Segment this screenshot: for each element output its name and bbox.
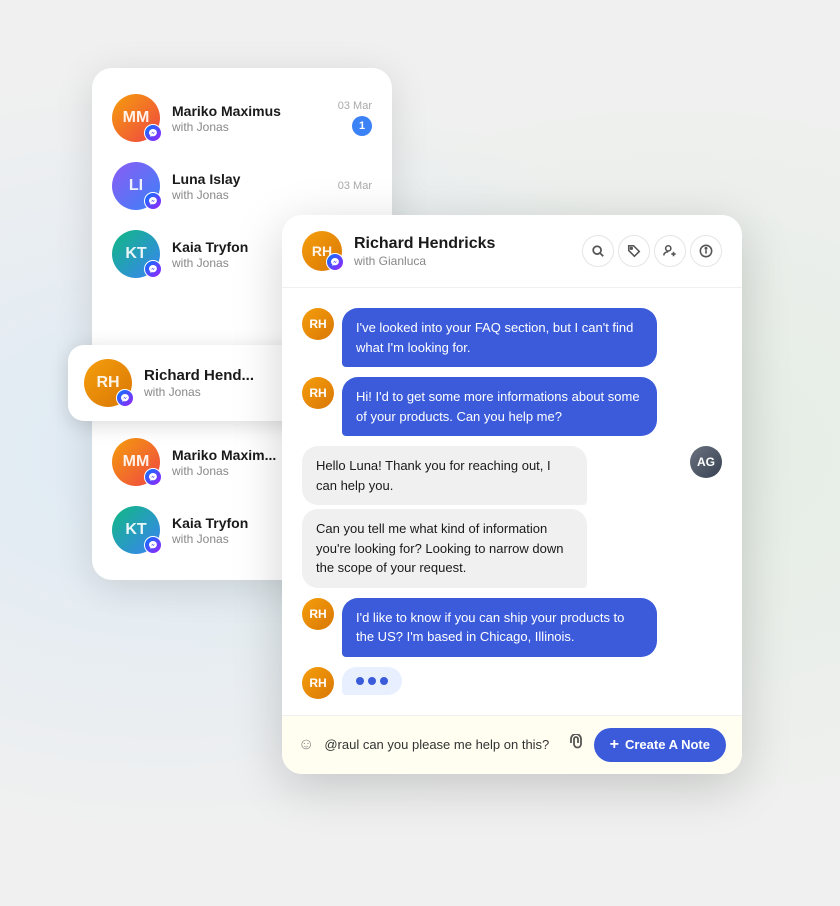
chat-header: RH Richard Hendricks with Gianluca <box>282 215 742 288</box>
avatar-wrap-chat-header: RH <box>302 231 342 271</box>
conv-sub-mariko: with Jonas <box>172 120 326 134</box>
avatar-wrap-luna: LI <box>112 162 160 210</box>
message-row-3: AG Hello Luna! Thank you for reaching ou… <box>302 446 722 588</box>
avatar-wrap-richard-highlighted: RH <box>84 359 132 407</box>
conv-info-luna: Luna Islay with Jonas <box>172 171 326 202</box>
add-user-button[interactable] <box>654 235 686 267</box>
message-bubble-5: I'd like to know if you can ship your pr… <box>342 598 657 657</box>
tag-icon <box>627 244 641 258</box>
message-row-5: RH I'd like to know if you can ship your… <box>302 598 722 657</box>
attachment-icon[interactable] <box>568 734 584 755</box>
message-avatar-typing: RH <box>302 667 334 699</box>
search-button[interactable] <box>582 235 614 267</box>
messenger-badge-kaia2 <box>144 536 162 554</box>
chat-header-sub: with Gianluca <box>354 254 570 268</box>
messenger-badge-mariko2 <box>144 468 162 486</box>
create-note-label: Create A Note <box>625 737 710 752</box>
chat-input-text[interactable]: @raul can you please me help on this? <box>324 733 557 756</box>
message-row-1: RH I've looked into your FAQ section, bu… <box>302 308 722 367</box>
chat-header-actions <box>582 235 722 267</box>
plus-icon: + <box>610 736 619 754</box>
conversation-item-mariko[interactable]: MM Mariko Maximus with Jonas 03 Mar 1 <box>92 84 392 152</box>
messenger-badge-richard-highlighted <box>116 389 134 407</box>
message-row-2: RH Hi! I'd to get some more informations… <box>302 377 722 436</box>
typing-indicator <box>342 667 402 695</box>
avatar-wrap-kaia: KT <box>112 230 160 278</box>
typing-dot-2 <box>368 677 376 685</box>
search-icon <box>591 244 605 258</box>
conv-meta-mariko: 03 Mar 1 <box>338 100 372 136</box>
tag-button[interactable] <box>618 235 650 267</box>
message-avatar-agent: AG <box>690 446 722 478</box>
conv-date-luna: 03 Mar <box>338 180 372 192</box>
unread-badge-mariko: 1 <box>352 116 372 136</box>
emoji-icon[interactable]: ☺ <box>298 736 314 754</box>
chat-window-card: RH Richard Hendricks with Gianluca <box>282 215 742 774</box>
info-button[interactable] <box>690 235 722 267</box>
create-note-button[interactable]: + Create A Note <box>594 728 726 762</box>
avatar-wrap-mariko2: MM <box>112 438 160 486</box>
typing-dot-1 <box>356 677 364 685</box>
chat-input-area: ☺ @raul can you please me help on this? … <box>282 715 742 774</box>
conv-meta-luna: 03 Mar <box>338 180 372 192</box>
typing-dot-3 <box>380 677 388 685</box>
info-icon <box>699 244 713 258</box>
message-avatar-customer-2: RH <box>302 377 334 409</box>
conv-name-luna: Luna Islay <box>172 171 326 187</box>
conv-date-mariko: 03 Mar <box>338 100 372 112</box>
message-avatar-customer-5: RH <box>302 598 334 630</box>
avatar-wrap-mariko: MM <box>112 94 160 142</box>
message-bubble-3: Hello Luna! Thank you for reaching out, … <box>302 446 587 505</box>
messages-area: RH I've looked into your FAQ section, bu… <box>282 288 742 715</box>
conversation-item-luna[interactable]: LI Luna Islay with Jonas 03 Mar <box>92 152 392 220</box>
messenger-badge-mariko <box>144 124 162 142</box>
conv-name-mariko: Mariko Maximus <box>172 103 326 119</box>
avatar-wrap-kaia2: KT <box>112 506 160 554</box>
messenger-badge-chat-header <box>326 253 344 271</box>
conv-sub-luna: with Jonas <box>172 188 326 202</box>
message-bubble-4: Can you tell me what kind of information… <box>302 509 587 588</box>
message-bubble-1: I've looked into your FAQ section, but I… <box>342 308 657 367</box>
message-row-typing: RH <box>302 667 722 699</box>
chat-header-info: Richard Hendricks with Gianluca <box>354 235 570 268</box>
messenger-badge-kaia <box>144 260 162 278</box>
conv-info-mariko: Mariko Maximus with Jonas <box>172 103 326 134</box>
agent-message-group: Hello Luna! Thank you for reaching out, … <box>302 446 682 588</box>
message-avatar-customer: RH <box>302 308 334 340</box>
add-user-icon <box>663 244 677 258</box>
chat-header-name: Richard Hendricks <box>354 235 570 253</box>
messenger-badge-luna <box>144 192 162 210</box>
message-bubble-2: Hi! I'd to get some more informations ab… <box>342 377 657 436</box>
